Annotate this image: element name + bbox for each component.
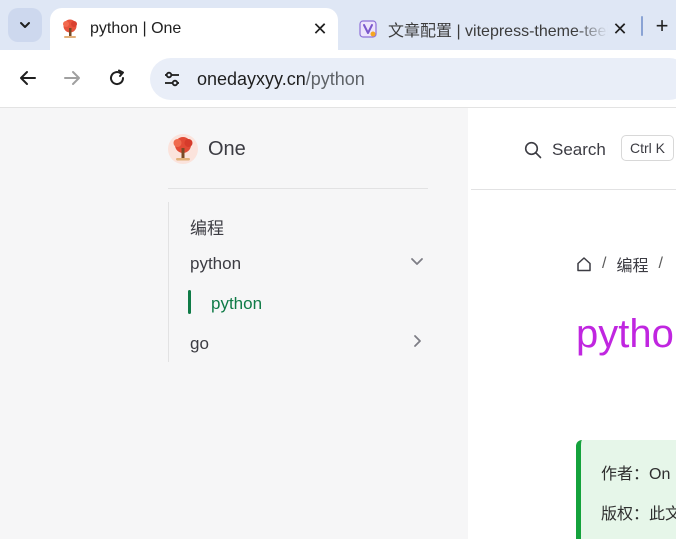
close-icon[interactable]: ✕: [308, 17, 332, 41]
breadcrumb: / 编程 /: [576, 252, 673, 276]
tab-inactive[interactable]: 文章配置 | vitepress-theme-teek ✕: [348, 8, 638, 50]
address-bar[interactable]: onedayxyy.cn/python: [150, 58, 676, 100]
chevron-down-icon: [20, 22, 30, 28]
site-brand[interactable]: One: [168, 134, 246, 164]
search-label: Search: [552, 140, 606, 159]
tab-title: python | One: [90, 20, 182, 37]
back-button[interactable]: [11, 61, 45, 95]
tab-separator: [641, 16, 643, 36]
arrow-left-icon: [20, 71, 36, 85]
tree-logo-icon: [168, 134, 198, 164]
sidebar: One 编程 python python go: [0, 108, 468, 539]
search-icon: [524, 141, 542, 159]
tab-title: 文章配置 | vitepress-theme-teek: [388, 23, 608, 40]
search-shortcut: Ctrl K: [621, 135, 674, 161]
page-title: pytho: [576, 312, 674, 356]
home-icon[interactable]: [576, 256, 592, 272]
reload-button[interactable]: [100, 61, 134, 95]
chevron-right-icon[interactable]: [409, 333, 425, 349]
teek-favicon-icon: [358, 19, 378, 39]
sidebar-item-go[interactable]: go: [190, 334, 209, 354]
search-button[interactable]: Search: [524, 140, 606, 160]
breadcrumb-separator: /: [658, 255, 663, 272]
breadcrumb-item[interactable]: 编程: [616, 252, 648, 276]
tab-active[interactable]: python | One ✕: [50, 8, 338, 50]
close-icon[interactable]: ✕: [608, 17, 632, 41]
sidebar-nav: 编程 python python go: [168, 202, 428, 362]
main-content: Search Ctrl K / 编程 / pytho 作者：On 版权：此文: [468, 108, 676, 539]
site-name: One: [208, 137, 246, 160]
sidebar-divider: [168, 188, 428, 189]
arrow-right-icon: [64, 71, 80, 85]
sidebar-item-python-page[interactable]: python: [211, 294, 262, 314]
chevron-down-icon[interactable]: [409, 253, 425, 269]
site-info-icon[interactable]: [157, 64, 187, 94]
tab-search-button[interactable]: [8, 8, 42, 42]
tab-strip: python | One ✕ 文章配置 | vitepress-theme-te…: [0, 0, 676, 50]
article-info-box: 作者：On 版权：此文: [576, 440, 676, 539]
url-text: onedayxyy.cn/python: [197, 69, 365, 90]
navbar-divider: [471, 189, 676, 190]
breadcrumb-separator: /: [602, 255, 607, 272]
copyright-line: 版权：此文: [601, 506, 676, 523]
forward-button[interactable]: [55, 61, 89, 95]
active-indicator: [188, 290, 191, 314]
sidebar-section-title: 编程: [190, 219, 224, 238]
new-tab-button[interactable]: +: [648, 12, 676, 40]
reload-icon: [110, 69, 125, 86]
sidebar-item-python[interactable]: python: [190, 254, 241, 274]
browser-toolbar: onedayxyy.cn/python: [0, 50, 676, 108]
url-path: /python: [305, 68, 365, 89]
url-host: onedayxyy.cn: [197, 68, 306, 89]
tree-favicon-icon: [60, 19, 80, 39]
author-line: 作者：On: [601, 466, 671, 483]
